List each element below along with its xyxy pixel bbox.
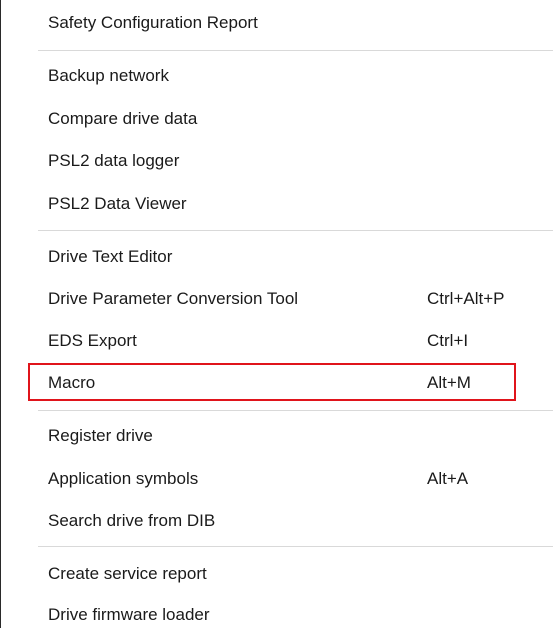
menu-border xyxy=(0,0,1,628)
menu-item-label: PSL2 data logger xyxy=(48,151,180,170)
menu-item-label: PSL2 Data Viewer xyxy=(48,194,187,213)
menu-item-compare-drive-data[interactable]: Compare drive data xyxy=(48,104,553,134)
menu-item-psl2-data-viewer[interactable]: PSL2 Data Viewer xyxy=(48,189,553,219)
menu-item-label: Drive firmware loader xyxy=(48,605,210,624)
menu-separator xyxy=(38,230,553,231)
menu-item-register-drive[interactable]: Register drive xyxy=(48,421,553,451)
menu-item-drive-firmware-loader[interactable]: Drive firmware loader xyxy=(48,600,553,630)
menu-item-label: Create service report xyxy=(48,564,207,583)
menu-separator xyxy=(38,410,553,411)
menu-item-label: Safety Configuration Report xyxy=(48,13,258,32)
menu-item-label: Backup network xyxy=(48,66,169,85)
menu-item-application-symbols[interactable]: Application symbols Alt+A xyxy=(48,464,553,494)
macro-highlight-box xyxy=(28,363,516,401)
menu-item-psl2-data-logger[interactable]: PSL2 data logger xyxy=(48,146,553,176)
menu-item-shortcut: Alt+A xyxy=(427,469,469,488)
menu-item-shortcut: Ctrl+Alt+P xyxy=(427,289,505,308)
menu-item-search-drive-from-dib[interactable]: Search drive from DIB xyxy=(48,506,553,536)
context-menu: Safety Configuration Report Backup netwo… xyxy=(0,0,553,628)
menu-item-label: Search drive from DIB xyxy=(48,511,216,530)
menu-item-label: Compare drive data xyxy=(48,109,198,128)
menu-item-label: Application symbols xyxy=(48,469,199,488)
menu-item-drive-parameter-conversion-tool[interactable]: Drive Parameter Conversion Tool Ctrl+Alt… xyxy=(48,284,553,314)
menu-separator xyxy=(38,50,553,51)
menu-item-create-service-report[interactable]: Create service report xyxy=(48,559,553,589)
menu-separator xyxy=(38,546,553,547)
menu-item-label: EDS Export xyxy=(48,331,137,350)
menu-item-backup-network[interactable]: Backup network xyxy=(48,61,553,91)
menu-item-shortcut: Ctrl+I xyxy=(427,331,469,350)
menu-item-label: Drive Text Editor xyxy=(48,247,173,266)
menu-item-label: Register drive xyxy=(48,426,153,445)
menu-item-safety-configuration-report[interactable]: Safety Configuration Report xyxy=(48,8,553,38)
menu-item-drive-text-editor[interactable]: Drive Text Editor xyxy=(48,242,553,272)
menu-item-label: Drive Parameter Conversion Tool xyxy=(48,289,299,308)
menu-item-eds-export[interactable]: EDS Export Ctrl+I xyxy=(48,326,553,356)
